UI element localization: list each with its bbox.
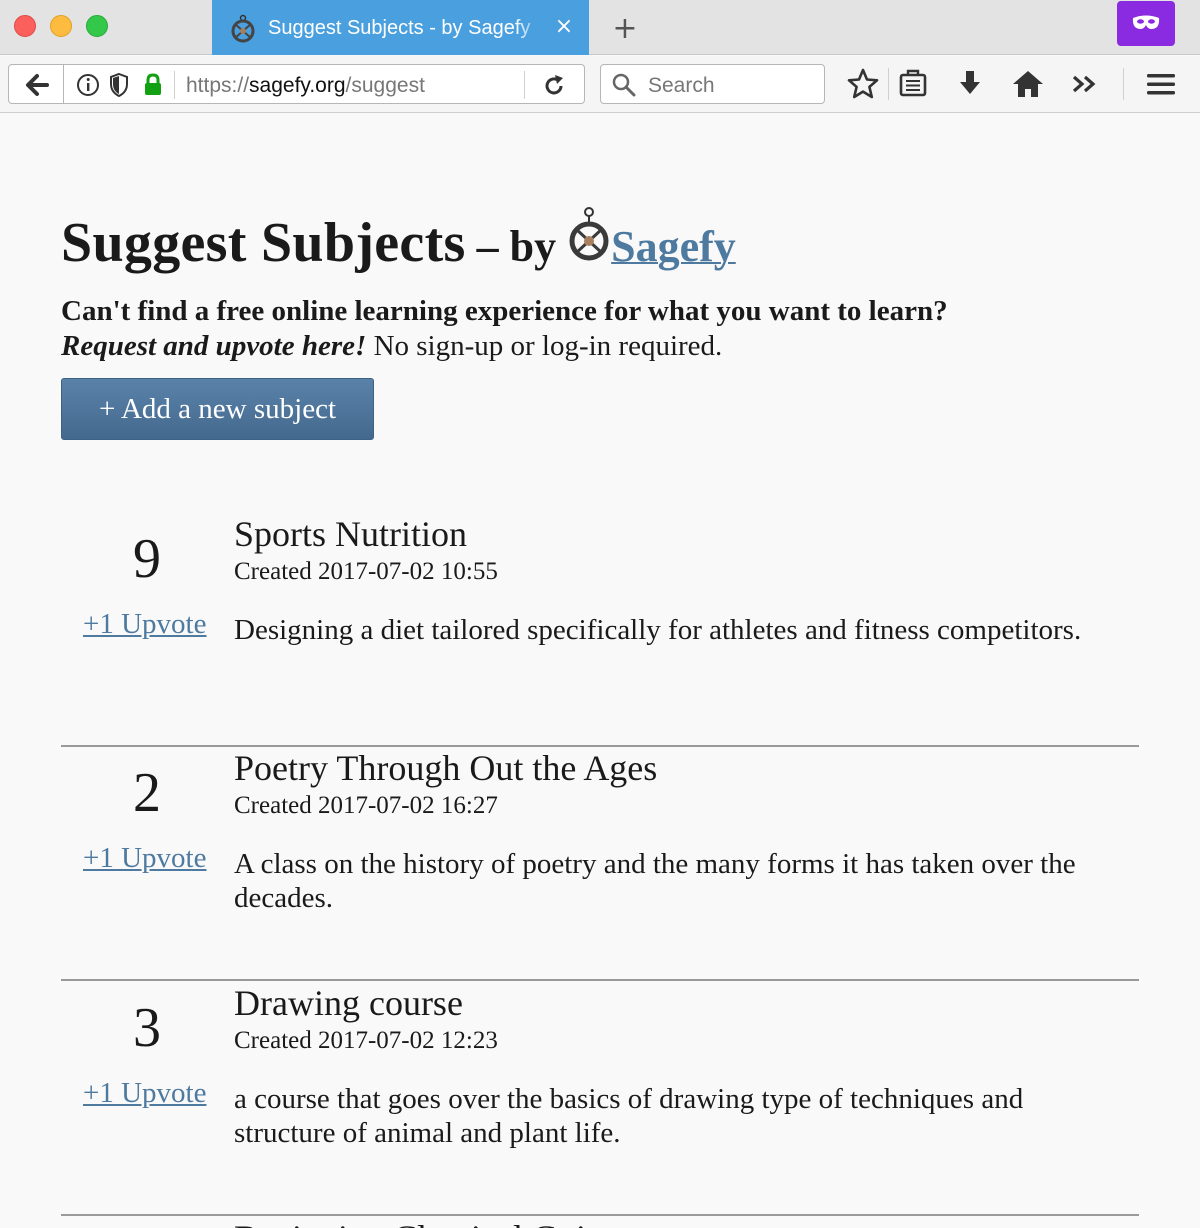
tracking-shield-icon[interactable] (108, 72, 130, 98)
tab-bar: Suggest Subjects - by Sagefy × + (0, 0, 1200, 55)
subject-title: Beginning Classical Guitar (234, 1217, 624, 1228)
url-text[interactable]: https://sagefy.org/suggest (186, 74, 425, 98)
upvote-link[interactable]: +1 Upvote (83, 608, 206, 641)
subject-created: Created 2017-07-02 16:27 (234, 792, 498, 819)
subject-description: Designing a diet tailored specifically f… (234, 614, 1082, 646)
mask-icon (1132, 15, 1160, 29)
search-placeholder: Search (648, 74, 715, 97)
subject-description: a course that goes over the basics of dr… (234, 1083, 1024, 1149)
subject-item: 9 +1 Upvote Sports Nutrition Created 201… (61, 513, 1139, 747)
info-icon[interactable] (76, 73, 100, 97)
tab-title: Suggest Subjects - by Sagefy (268, 17, 531, 39)
upvote-link[interactable]: +1 Upvote (83, 1077, 206, 1110)
vote-count: 9 (133, 528, 161, 590)
active-tab[interactable]: Suggest Subjects - by Sagefy × (212, 0, 589, 55)
url-host: sagefy.org (249, 74, 346, 97)
vote-count: 2 (133, 762, 161, 824)
toolbar-separator (888, 68, 889, 100)
subject-item: Beginning Classical Guitar (61, 1217, 1139, 1228)
back-button[interactable] (8, 64, 64, 104)
navigation-toolbar: https://sagefy.org/suggest Search (0, 56, 1200, 113)
search-box[interactable]: Search (600, 64, 825, 104)
subject-title: Drawing course (234, 983, 463, 1023)
sagefy-link[interactable]: Sagefy (611, 222, 736, 271)
subject-item: 2 +1 Upvote Poetry Through Out the Ages … (61, 747, 1139, 981)
url-scheme: https:// (186, 74, 250, 97)
new-tab-button[interactable]: + (610, 12, 640, 46)
url-path: /suggest (345, 74, 425, 97)
sagefy-logo-icon (569, 207, 609, 261)
intro-text: Can't find a free online learning experi… (61, 294, 1139, 364)
toolbar-separator (1123, 68, 1124, 100)
sagefy-favicon-icon (231, 14, 255, 43)
url-separator (524, 71, 525, 99)
search-icon (612, 73, 636, 97)
download-arrow-icon[interactable] (952, 66, 988, 102)
secure-lock-icon[interactable] (142, 72, 164, 98)
hamburger-menu-icon[interactable] (1143, 66, 1179, 102)
intro-question: Can't find a free online learning experi… (61, 295, 948, 327)
zoom-window-button[interactable] (86, 15, 108, 37)
home-icon[interactable] (1010, 66, 1046, 102)
subject-item: 3 +1 Upvote Drawing course Created 2017-… (61, 982, 1139, 1216)
minimize-window-button[interactable] (50, 15, 72, 37)
intro-cta: Request and upvote here! (61, 330, 367, 362)
close-window-button[interactable] (14, 15, 36, 37)
url-separator (174, 71, 175, 99)
upvote-link[interactable]: +1 Upvote (83, 842, 206, 875)
intro-note: No sign-up or log-in required. (366, 330, 723, 362)
close-tab-icon[interactable]: × (552, 13, 576, 41)
bookmark-star-icon[interactable] (845, 66, 881, 102)
subject-created: Created 2017-07-02 10:55 (234, 558, 498, 585)
subject-title: Poetry Through Out the Ages (234, 748, 658, 788)
subject-description: A class on the history of poetry and the… (234, 848, 1076, 914)
reload-icon[interactable] (541, 73, 567, 99)
subject-title: Sports Nutrition (234, 514, 468, 554)
page-title-text: Suggest Subjects (61, 212, 466, 274)
add-subject-button[interactable]: + Add a new subject (61, 378, 374, 440)
back-arrow-icon (26, 74, 49, 96)
title-by-text: – by (465, 222, 568, 271)
vote-count: 3 (133, 997, 161, 1059)
reading-list-icon[interactable] (895, 66, 931, 102)
private-browsing-mask-icon[interactable] (1117, 1, 1175, 46)
subject-created: Created 2017-07-02 12:23 (234, 1027, 498, 1054)
page-title: Suggest Subjects – by Sagefy (61, 201, 736, 275)
overflow-chevrons-icon[interactable] (1067, 66, 1103, 102)
url-bar[interactable]: https://sagefy.org/suggest (64, 64, 585, 104)
